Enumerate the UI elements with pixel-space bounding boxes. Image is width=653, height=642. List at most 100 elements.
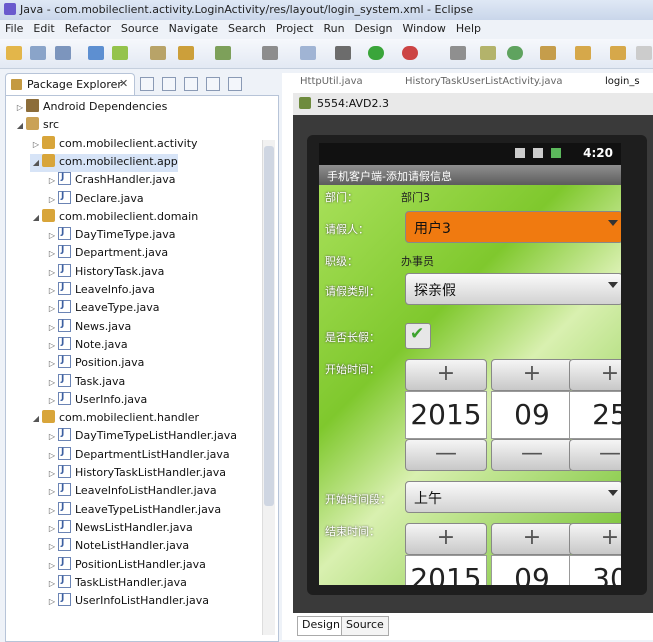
run-icon[interactable] <box>368 46 384 60</box>
month-value[interactable]: 09 <box>491 555 573 585</box>
collapsed-twistie-icon[interactable]: ▷ <box>46 341 58 350</box>
tree-item[interactable]: ▷ LeaveTypeListHandler.java <box>46 501 221 520</box>
day-increment-button[interactable]: + <box>569 523 621 555</box>
year-decrement-button[interactable]: — <box>405 439 487 471</box>
start-period-spinner[interactable]: 上午 <box>405 481 621 513</box>
collapsed-twistie-icon[interactable]: ▷ <box>46 597 58 606</box>
open-type-icon[interactable] <box>262 46 278 60</box>
tab-source[interactable]: Source <box>341 616 389 636</box>
day-increment-button[interactable]: + <box>569 359 621 391</box>
tree-item[interactable]: ▷ UserInfoListHandler.java <box>46 593 209 611</box>
menu-source[interactable]: Source <box>116 20 164 35</box>
close-icon[interactable]: ✕ <box>119 77 128 90</box>
tree-item[interactable]: ◢ com.mobileclient.handler <box>30 410 199 428</box>
tree-item[interactable]: ▷ Declare.java <box>46 190 144 209</box>
debug-icon[interactable] <box>335 46 351 60</box>
android-sdk-icon[interactable] <box>88 46 104 60</box>
tree-item[interactable]: ▷ NoteListHandler.java <box>46 538 189 556</box>
print-icon[interactable] <box>55 46 71 60</box>
tree-item[interactable]: ▷ DayTimeType.java <box>46 227 175 245</box>
requester-spinner[interactable]: 用户3 <box>405 211 621 243</box>
tree-item[interactable]: ◢ src <box>14 117 59 135</box>
tree-item[interactable]: ▷ News.java <box>46 318 131 337</box>
collapsed-twistie-icon[interactable]: ▷ <box>46 396 58 405</box>
external-tools-icon[interactable] <box>402 46 418 60</box>
tree-item[interactable]: ◢ com.mobileclient.domain <box>30 208 198 227</box>
editor-tab-httputil[interactable]: HttpUtil.java <box>300 76 363 92</box>
menu-help[interactable]: Help <box>451 20 486 35</box>
menu-window[interactable]: Window <box>398 20 451 35</box>
collapsed-twistie-icon[interactable]: ▷ <box>46 323 58 332</box>
tree-item[interactable]: ▷ CrashHandler.java <box>46 172 176 190</box>
menu-search[interactable]: Search <box>223 20 271 35</box>
tree-item[interactable]: ▷ DayTimeTypeListHandler.java <box>46 428 237 446</box>
collapsed-twistie-icon[interactable]: ▷ <box>46 195 58 204</box>
month-increment-button[interactable]: + <box>491 359 573 391</box>
refresh-icon[interactable] <box>507 46 523 60</box>
new-icon[interactable] <box>6 46 22 60</box>
tree-item[interactable]: ▷ LeaveInfo.java <box>46 282 155 300</box>
day-value[interactable]: 25 <box>569 391 621 439</box>
expanded-twistie-icon[interactable]: ◢ <box>30 158 42 167</box>
collapsed-twistie-icon[interactable]: ▷ <box>14 103 26 112</box>
tree-item[interactable]: ▷ DepartmentListHandler.java <box>46 446 230 465</box>
collapsed-twistie-icon[interactable]: ▷ <box>46 304 58 313</box>
collapsed-twistie-icon[interactable]: ▷ <box>46 579 58 588</box>
new-android-project-icon[interactable] <box>150 46 166 60</box>
tree-item[interactable]: ▷ HistoryTask.java <box>46 263 164 282</box>
back-icon[interactable] <box>575 46 591 60</box>
collapse-all-icon[interactable] <box>140 77 154 91</box>
collapsed-twistie-icon[interactable]: ▷ <box>46 469 58 478</box>
collapsed-twistie-icon[interactable]: ▷ <box>46 542 58 551</box>
editor-tab-login-system[interactable]: login_s <box>605 76 640 92</box>
year-value[interactable]: 2015 <box>405 391 487 439</box>
editor-tab-historytask[interactable]: HistoryTaskUserListActivity.java <box>405 76 563 92</box>
tree-item[interactable]: ▷ NewsListHandler.java <box>46 519 193 538</box>
month-value[interactable]: 09 <box>491 391 573 439</box>
day-value[interactable]: 30 <box>569 555 621 585</box>
new-xml-icon[interactable] <box>178 46 194 60</box>
link-with-editor-icon[interactable] <box>162 77 176 91</box>
menu-design[interactable]: Design <box>350 20 398 35</box>
collapsed-twistie-icon[interactable]: ▷ <box>46 487 58 496</box>
day-decrement-button[interactable]: — <box>569 439 621 471</box>
menu-project[interactable]: Project <box>271 20 319 35</box>
expanded-twistie-icon[interactable]: ◢ <box>30 414 42 423</box>
menu-edit[interactable]: Edit <box>28 20 59 35</box>
collapsed-twistie-icon[interactable]: ▷ <box>30 140 42 149</box>
tree-item[interactable]: ▷ Note.java <box>46 336 128 355</box>
tree-item[interactable]: ▷ TaskListHandler.java <box>46 574 187 593</box>
view-menu-icon[interactable] <box>184 77 198 91</box>
tab-design[interactable]: Design <box>297 616 345 636</box>
tree-item[interactable]: ▷ Department.java <box>46 245 168 263</box>
minimize-icon[interactable] <box>206 77 220 91</box>
avd-manager-icon[interactable] <box>112 46 128 60</box>
collapsed-twistie-icon[interactable]: ▷ <box>46 231 58 240</box>
scrollbar-thumb[interactable] <box>264 146 274 506</box>
package-explorer-tab[interactable]: Package Explorer ✕ <box>5 73 135 96</box>
collapsed-twistie-icon[interactable]: ▷ <box>46 268 58 277</box>
tree-item[interactable]: ▷ UserInfo.java <box>46 391 147 410</box>
collapsed-twistie-icon[interactable]: ▷ <box>46 506 58 515</box>
collapsed-twistie-icon[interactable]: ▷ <box>46 176 58 185</box>
tree-item[interactable]: ▷ com.mobileclient.activity <box>30 135 198 154</box>
chevron-more-icon[interactable] <box>636 46 652 60</box>
long-leave-checkbox[interactable]: ✔ <box>405 323 431 349</box>
month-decrement-button[interactable]: — <box>491 439 573 471</box>
search-icon[interactable] <box>300 46 316 60</box>
month-increment-button[interactable]: + <box>491 523 573 555</box>
year-increment-button[interactable]: + <box>405 523 487 555</box>
menu-file[interactable]: File <box>0 20 28 35</box>
annotation-icon[interactable] <box>480 46 496 60</box>
leave-type-spinner[interactable]: 探亲假 <box>405 273 621 305</box>
tree-item[interactable]: ▷ Android Dependencies <box>14 99 167 117</box>
tree-item[interactable]: ▷ PositionListHandler.java <box>46 556 206 575</box>
menu-refactor[interactable]: Refactor <box>60 20 116 35</box>
year-increment-button[interactable]: + <box>405 359 487 391</box>
collapsed-twistie-icon[interactable]: ▷ <box>46 359 58 368</box>
collapsed-twistie-icon[interactable]: ▷ <box>46 286 58 295</box>
checklist-icon[interactable] <box>215 46 231 60</box>
menu-run[interactable]: Run <box>318 20 349 35</box>
tree-item[interactable]: ▷ LeaveType.java <box>46 300 160 318</box>
tree-item[interactable]: ▷ LeaveInfoListHandler.java <box>46 483 217 501</box>
